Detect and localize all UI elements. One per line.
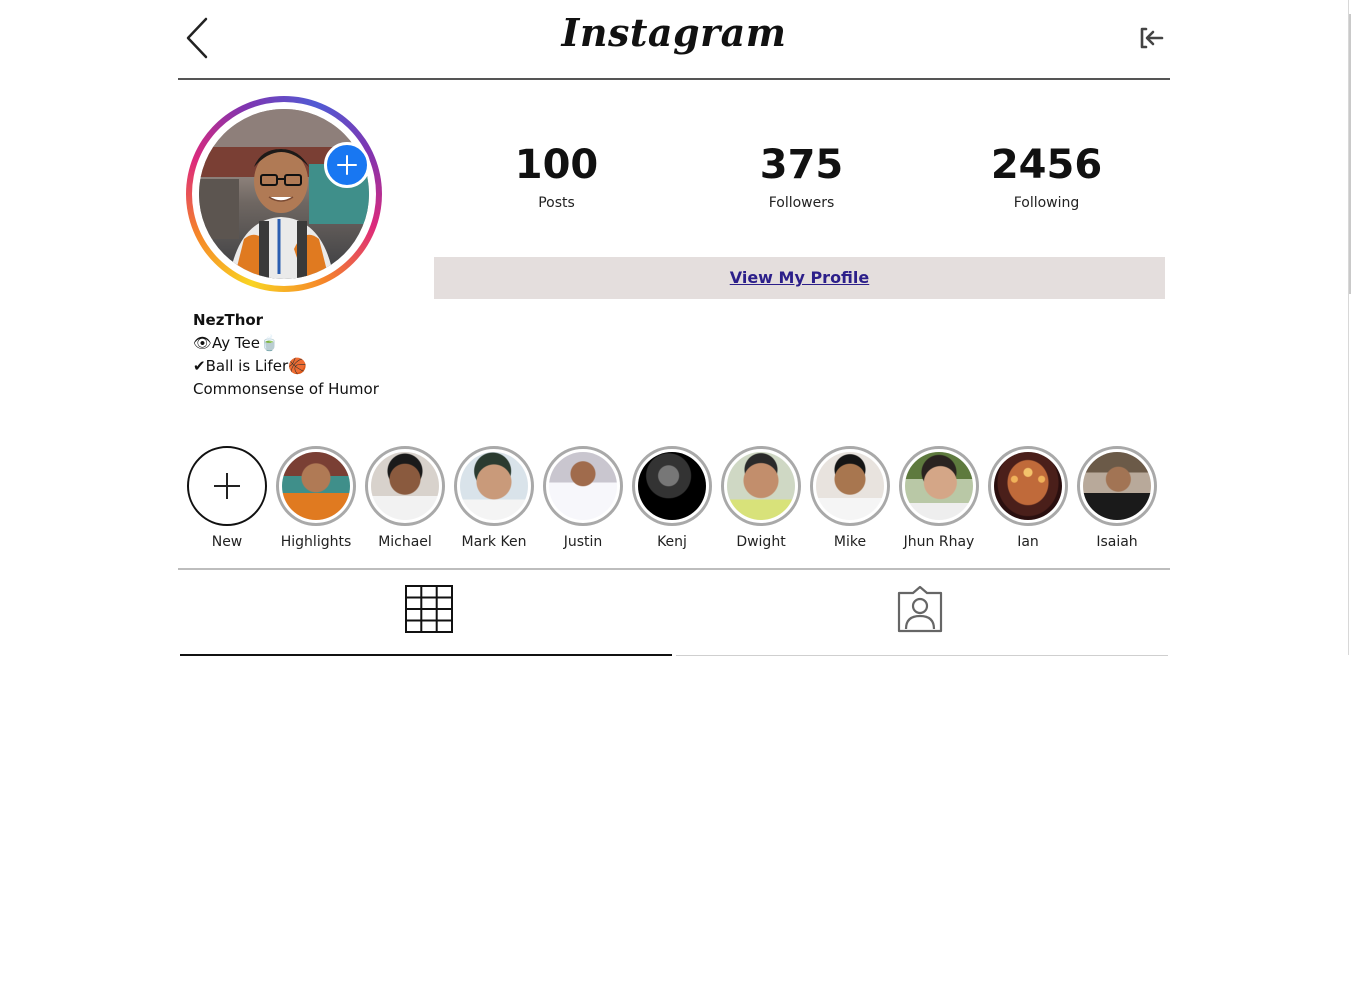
profile-page: Instagram NezThor 👁Ay Tee🍵 ✔Ball is Life…	[178, 0, 1170, 1000]
instagram-logo: Instagram	[561, 10, 787, 55]
tagged-person-icon	[897, 585, 943, 633]
grid-icon	[405, 585, 453, 633]
highlight-avatar[interactable]	[810, 446, 890, 526]
highlight-label: Kenj	[657, 534, 687, 550]
highlight-item[interactable]: Isaiah	[1076, 446, 1158, 550]
tabs-divider	[178, 568, 1170, 570]
view-profile-link[interactable]: View My Profile	[730, 268, 870, 287]
highlight-item[interactable]: Jhun Rhay	[898, 446, 980, 550]
stat-followers[interactable]: 375 Followers	[679, 140, 924, 216]
top-header: Instagram	[178, 0, 1170, 80]
highlight-label: Michael	[378, 534, 432, 550]
profile-username: NezThor	[193, 311, 264, 329]
highlight-label: Mark Ken	[461, 534, 527, 550]
avatar-photo-illustration	[199, 109, 369, 279]
highlight-item[interactable]: Dwight	[720, 446, 802, 550]
highlight-avatar[interactable]	[988, 446, 1068, 526]
following-count: 2456	[990, 142, 1103, 188]
logout-button[interactable]	[1138, 26, 1164, 50]
highlight-label: Dwight	[736, 534, 786, 550]
highlight-item[interactable]: Kenj	[631, 446, 713, 550]
highlight-label: Highlights	[280, 534, 352, 550]
tab-tagged[interactable]	[676, 572, 1168, 656]
bio-line: ✔Ball is Lifer🏀	[193, 357, 307, 375]
add-story-button[interactable]	[324, 142, 370, 188]
highlight-label: Ian	[1017, 534, 1039, 550]
logout-icon	[1140, 27, 1164, 49]
profile-avatar	[199, 109, 369, 279]
highlight-avatar[interactable]	[276, 446, 356, 526]
highlight-label: Isaiah	[1096, 534, 1138, 550]
tab-posts-grid[interactable]	[180, 572, 672, 656]
story-highlights: New Highlights Michael Mark Ken Justin K…	[186, 446, 1170, 562]
highlight-avatar[interactable]	[454, 446, 534, 526]
highlight-label: Mike	[833, 534, 867, 550]
bio-line: Commonsense of Humor	[193, 380, 379, 398]
followers-count: 375	[759, 142, 844, 188]
highlight-item[interactable]: Mike	[809, 446, 891, 550]
profile-stats: 100 Posts 375 Followers 2456 Following	[434, 140, 1169, 220]
highlight-avatar[interactable]	[543, 446, 623, 526]
highlight-item[interactable]: Michael	[364, 446, 446, 550]
view-profile-button[interactable]: View My Profile	[434, 257, 1165, 299]
posts-label: Posts	[538, 195, 575, 211]
profile-avatar-ring[interactable]	[186, 96, 382, 292]
highlight-avatar[interactable]	[899, 446, 979, 526]
highlight-avatar[interactable]	[365, 446, 445, 526]
posts-count: 100	[514, 142, 599, 188]
followers-label: Followers	[768, 195, 835, 211]
stat-following[interactable]: 2456 Following	[924, 140, 1169, 216]
highlight-label: New	[211, 534, 243, 550]
bio-line: 👁Ay Tee🍵	[193, 334, 279, 352]
highlight-label: Justin	[563, 534, 603, 550]
following-label: Following	[1013, 195, 1080, 211]
highlight-avatar[interactable]	[721, 446, 801, 526]
highlight-avatar[interactable]	[632, 446, 712, 526]
highlight-item[interactable]: Ian	[987, 446, 1069, 550]
profile-bio: NezThor 👁Ay Tee🍵 ✔Ball is Lifer🏀 Commons…	[193, 309, 379, 401]
stat-posts[interactable]: 100 Posts	[434, 140, 679, 216]
highlight-avatar[interactable]	[1077, 446, 1157, 526]
highlight-item[interactable]: Justin	[542, 446, 624, 550]
highlight-item[interactable]: Mark Ken	[453, 446, 535, 550]
highlight-new[interactable]: New	[186, 446, 268, 550]
new-highlight-circle[interactable]	[187, 446, 267, 526]
highlight-item[interactable]: Highlights	[275, 446, 357, 550]
highlight-label: Jhun Rhay	[903, 534, 975, 550]
